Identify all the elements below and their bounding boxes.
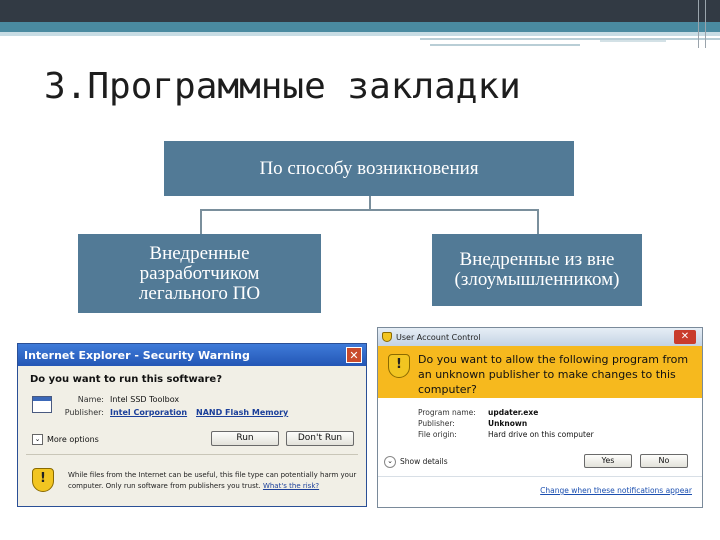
diagram-child-right-label: Внедренные из вне (злоумышленником) <box>454 249 620 290</box>
ie-warning-text: While files from the Internet can be use… <box>68 470 358 492</box>
warning-shield-icon: ! <box>388 354 410 378</box>
no-button[interactable]: No <box>640 454 688 468</box>
header-dark-band <box>0 0 720 22</box>
diagram-root-label: По способу возникновения <box>259 157 479 179</box>
diagram-connector <box>200 209 539 211</box>
file-origin-label: File origin: <box>418 430 457 439</box>
show-details-label: Show details <box>400 457 448 466</box>
uac-publisher-value: Unknown <box>488 419 528 428</box>
ie-name-value: Intel SSD Toolbox <box>110 395 180 404</box>
dont-run-button[interactable]: Don't Run <box>286 431 354 446</box>
program-name-value: updater.exe <box>488 408 539 417</box>
header-decor-vline <box>698 0 699 48</box>
diagram-connector <box>200 209 202 234</box>
ie-dialog-titlebar: Internet Explorer - Security Warning ✕ <box>18 344 366 366</box>
diagram-connector <box>369 196 371 209</box>
more-options-toggle[interactable]: ⌄ More options <box>32 434 99 445</box>
uac-title: User Account Control <box>396 332 481 342</box>
close-icon[interactable]: ✕ <box>674 330 696 344</box>
uac-shield-icon <box>382 332 392 342</box>
diagram-root-box: По способу возникновения <box>164 141 574 196</box>
header-decor-line <box>600 40 666 42</box>
diagram-child-left-label: Внедренные разработчиком легального ПО <box>138 242 261 304</box>
chevron-down-icon: ⌄ <box>384 456 396 468</box>
change-notifications-link[interactable]: Change when these notifications appear <box>540 486 692 495</box>
ie-publisher-label: Publisher: <box>64 408 104 417</box>
header-decor-line <box>420 38 720 40</box>
ie-dialog-title: Internet Explorer - Security Warning <box>24 348 250 362</box>
yes-button[interactable]: Yes <box>584 454 632 468</box>
file-origin-value: Hard drive on this computer <box>488 430 594 439</box>
divider <box>26 454 358 455</box>
header-light-band <box>0 32 720 36</box>
diagram-child-right-box: Внедренные из вне (злоумышленником) <box>432 234 642 306</box>
run-button[interactable]: Run <box>211 431 279 446</box>
uac-publisher-label: Publisher: <box>418 419 455 428</box>
uac-dialog: User Account Control ✕ ! Do you want to … <box>377 327 703 508</box>
ie-publisher-link[interactable]: Intel Corporation <box>110 408 187 417</box>
divider <box>378 476 702 477</box>
ie-name-label: Name: <box>77 395 104 404</box>
header-decor-line <box>430 44 580 46</box>
ie-dialog-question: Do you want to run this software? <box>30 374 223 385</box>
show-details-toggle[interactable]: ⌄ Show details <box>384 456 448 468</box>
warning-shield-icon: ! <box>32 468 54 492</box>
application-window-icon <box>32 396 52 413</box>
uac-question: Do you want to allow the following progr… <box>418 353 689 396</box>
ie-publisher-extra: NAND Flash Memory <box>196 408 289 417</box>
uac-titlebar: User Account Control ✕ <box>378 328 702 346</box>
diagram-connector <box>537 209 539 234</box>
slide-title: 3.Программные закладки <box>44 66 521 107</box>
header-decor-vline <box>705 0 706 48</box>
diagram-child-left-box: Внедренные разработчиком легального ПО <box>78 234 321 313</box>
more-options-label: More options <box>47 435 99 444</box>
whats-the-risk-link[interactable]: What's the risk? <box>263 482 319 490</box>
expand-chevron-icon: ⌄ <box>32 434 43 445</box>
close-icon[interactable]: ✕ <box>346 347 362 363</box>
program-name-label: Program name: <box>418 408 476 417</box>
header-teal-band <box>0 22 720 32</box>
ie-security-warning-dialog: Internet Explorer - Security Warning ✕ D… <box>17 343 367 507</box>
